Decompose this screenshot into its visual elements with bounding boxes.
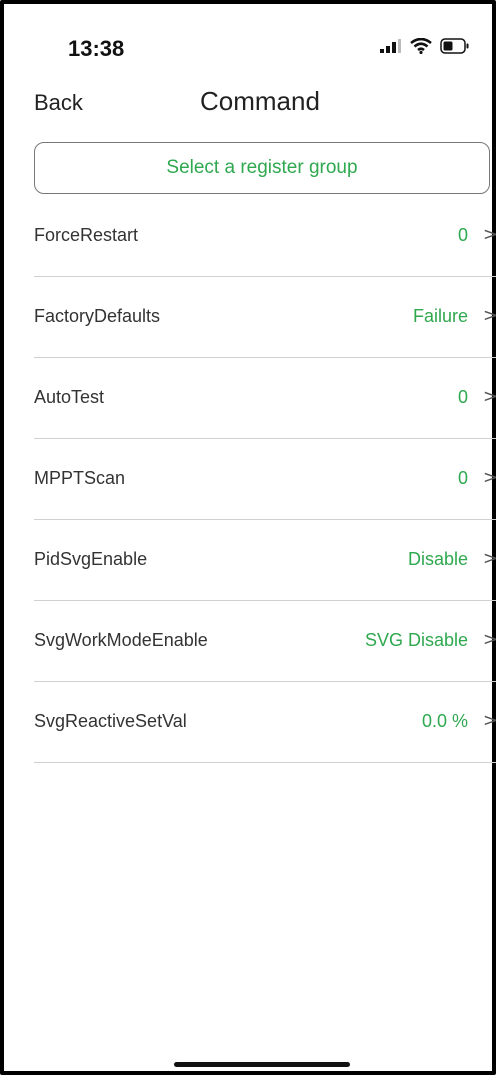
item-label: SvgReactiveSetVal	[34, 711, 187, 731]
command-list: ForceRestart 0 > FactoryDefaults Failure…	[34, 196, 496, 763]
chevron-right-icon: >	[482, 305, 496, 326]
chevron-right-icon: >	[482, 224, 496, 245]
chevron-right-icon: >	[482, 710, 496, 731]
chevron-right-icon: >	[482, 467, 496, 488]
item-label: PidSvgEnable	[34, 549, 148, 569]
item-value: 0.0 %	[421, 711, 468, 731]
list-item-auto-test[interactable]: AutoTest 0 >	[34, 358, 496, 439]
page-title: Command	[200, 86, 320, 116]
list-item-pid-svg-enable[interactable]: PidSvgEnable Disable >	[34, 520, 496, 601]
back-button[interactable]: Back	[34, 90, 83, 116]
battery-icon	[440, 38, 469, 54]
item-value: 0	[457, 387, 468, 407]
item-label: SvgWorkModeEnable	[34, 630, 208, 650]
list-item-factory-defaults[interactable]: FactoryDefaults Failure >	[34, 277, 496, 358]
home-indicator[interactable]	[174, 1062, 350, 1067]
list-item-mppt-scan[interactable]: MPPTScan 0 >	[34, 439, 496, 520]
list-item-svg-work-mode-enable[interactable]: SvgWorkModeEnable SVG Disable >	[34, 601, 496, 682]
register-group-select[interactable]: Select a register group	[34, 142, 490, 194]
navigation-bar: Back Command	[4, 82, 492, 122]
item-label: MPPTScan	[34, 468, 126, 488]
chevron-right-icon: >	[482, 548, 496, 569]
status-time: 13:38	[68, 36, 125, 61]
chevron-right-icon: >	[482, 629, 496, 650]
phone-screen: 13:38 Back Command Select a register gro…	[0, 0, 496, 1075]
item-label: AutoTest	[34, 387, 105, 407]
status-icons	[380, 38, 470, 54]
status-bar: 13:38	[4, 4, 492, 84]
register-group-placeholder: Select a register group	[166, 157, 358, 178]
item-value: Failure	[412, 306, 468, 326]
list-item-force-restart[interactable]: ForceRestart 0 >	[34, 196, 496, 277]
item-label: ForceRestart	[34, 225, 139, 245]
chevron-right-icon: >	[482, 386, 496, 407]
signal-icon	[380, 39, 401, 53]
list-item-svg-reactive-set-val[interactable]: SvgReactiveSetVal 0.0 % >	[34, 682, 496, 763]
item-value: Disable	[407, 549, 468, 569]
item-value: 0	[457, 468, 468, 488]
item-value: SVG Disable	[364, 630, 468, 650]
wifi-icon	[410, 38, 432, 54]
item-value: 0	[457, 225, 468, 245]
item-label: FactoryDefaults	[34, 306, 161, 326]
